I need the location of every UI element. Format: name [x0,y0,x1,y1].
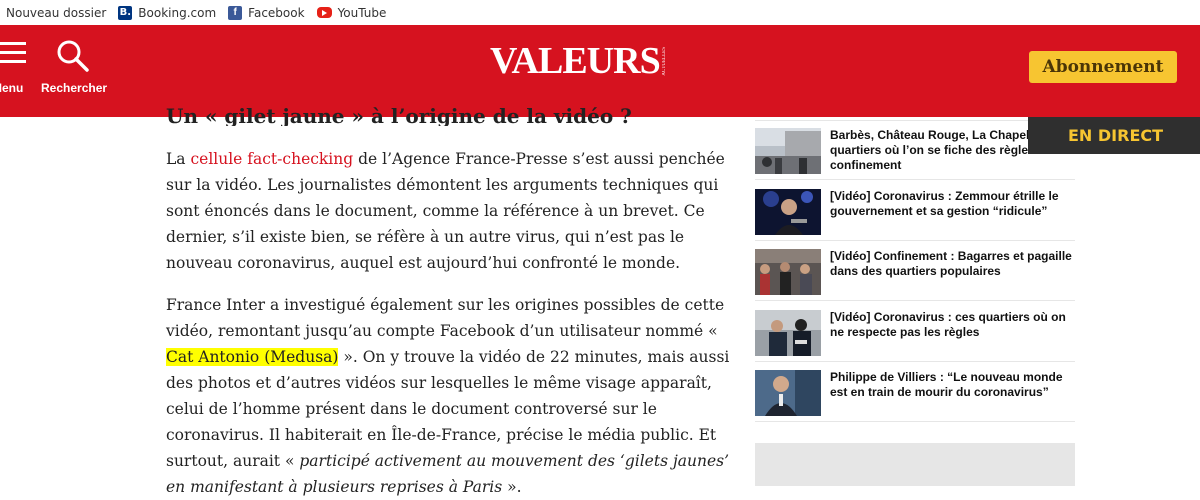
article-paragraph: France Inter a investigué également sur … [166,292,746,500]
ad-placeholder [755,443,1075,486]
youtube-icon [316,7,332,18]
related-article-title: Philippe de Villiers : “Le nouveau monde… [830,370,1063,399]
search-label: Rechercher [41,81,108,95]
article-paragraph: La cellule fact-checking de l’Agence Fra… [166,146,731,276]
paragraph-text: de l’Agence France-Presse s’est aussi pe… [166,150,725,272]
article-thumbnail[interactable] [755,310,821,356]
fact-checking-link[interactable]: cellule fact-checking [190,150,353,168]
bookmark-label: Booking.com [138,5,217,20]
booking-icon: B. [118,5,133,20]
bookmark-label: YouTube [337,5,387,20]
bookmark-folder[interactable]: Nouveau dossier [6,6,106,20]
menu-button[interactable]: Menu [0,25,30,117]
live-button[interactable]: EN DIRECT [1028,117,1200,154]
menu-label: Menu [0,81,24,95]
article-body: Un « gilet jaune » à l’origine de la vid… [166,104,746,496]
article-thumbnail[interactable] [755,249,821,295]
article-thumbnail[interactable] [755,370,821,416]
related-article-title: [Vidéo] Coronavirus : ces quartiers où o… [830,310,1066,339]
paragraph-text: ». [502,478,522,496]
logo-text: VALEURS [490,40,661,82]
article-subheading: Un « gilet jaune » à l’origine de la vid… [166,104,632,126]
bookmark-label: Nouveau dossier [6,5,107,20]
related-article-title: [Vidéo] Coronavirus : Zemmour étrille le… [830,189,1059,218]
article-thumbnail[interactable] [755,189,821,235]
related-article-title: [Vidéo] Confinement : Bagarres et pagail… [830,249,1072,278]
logo-subtitle: ACTUELLES [661,46,667,76]
site-logo[interactable]: VALEURS ACTUELLES [490,40,667,82]
article-thumbnail[interactable] [755,128,821,174]
subscribe-button[interactable]: Abonnement [1029,51,1177,83]
related-article[interactable]: [Vidéo] Confinement : Bagarres et pagail… [755,241,1075,301]
hamburger-icon [0,42,26,69]
bookmarks-bar: Nouveau dossier B. Booking.com f Faceboo… [0,0,1200,25]
related-article[interactable]: [Vidéo] Coronavirus : ces quartiers où o… [755,302,1075,362]
bookmark-facebook[interactable]: f Facebook [228,5,305,20]
search-icon [57,40,89,72]
bookmark-booking[interactable]: B. Booking.com [118,5,217,20]
bookmark-label: Facebook [248,5,305,20]
related-article[interactable]: Barbès, Château Rouge, La Chapelle : ces… [755,120,1075,180]
search-button[interactable]: Rechercher [38,25,108,117]
bookmark-youtube[interactable]: YouTube [316,5,387,20]
related-article[interactable]: [Vidéo] Coronavirus : Zemmour étrille le… [755,181,1075,241]
paragraph-text: France Inter a investigué également sur … [166,296,725,340]
related-article[interactable]: Philippe de Villiers : “Le nouveau monde… [755,362,1075,422]
facebook-icon: f [228,5,243,20]
highlighted-name: Cat Antonio (Medusa) [166,348,339,366]
paragraph-text: La [166,150,191,168]
